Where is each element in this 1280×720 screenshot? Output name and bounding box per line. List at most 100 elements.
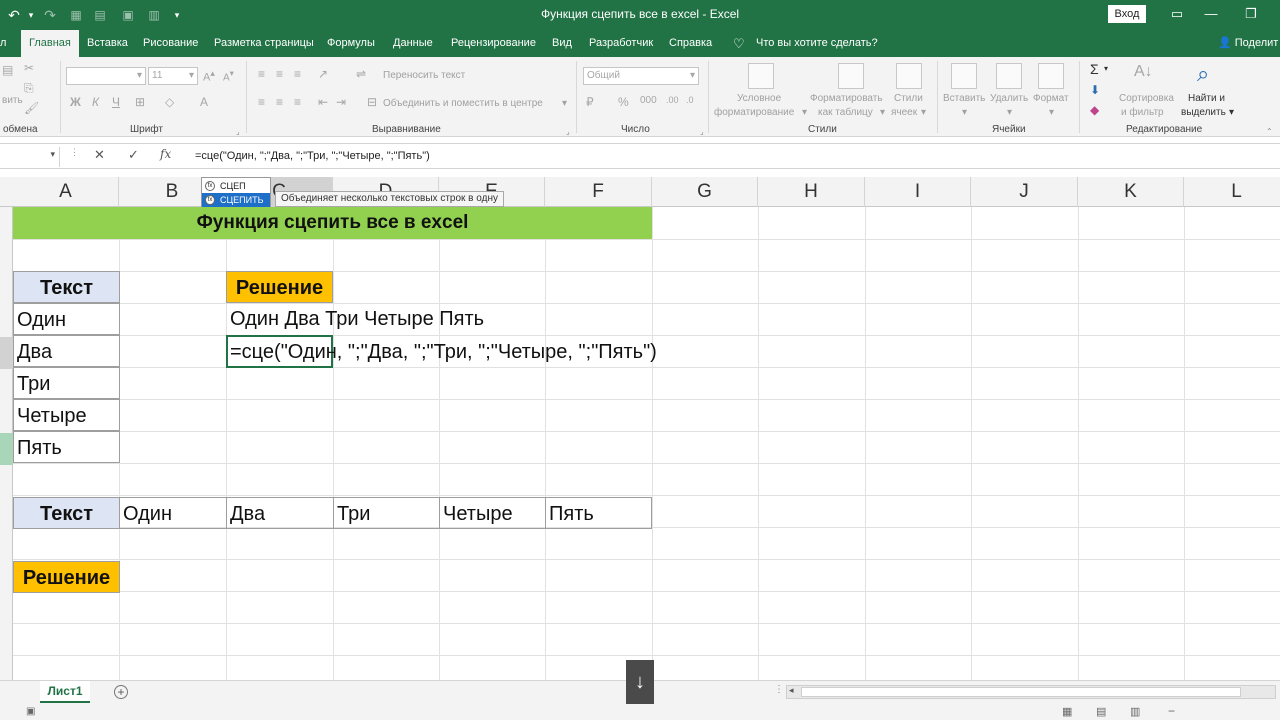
fill-icon[interactable]: ⬇ (1090, 83, 1100, 97)
delete-cells-icon[interactable] (996, 63, 1022, 89)
align-left-icon[interactable]: ≡ (258, 95, 265, 109)
row-item[interactable]: Четыре (439, 497, 546, 529)
font-name-select[interactable]: ▾ (66, 67, 146, 85)
autocomplete-item-selected[interactable]: fx СЦЕПИТЬ (202, 193, 270, 207)
merge-icon[interactable]: ⊟ (367, 95, 377, 109)
conditional-formatting-icon[interactable] (748, 63, 774, 89)
solution-label-2[interactable]: Решение (13, 561, 120, 593)
tab-data[interactable]: Данные (393, 30, 433, 57)
format-as-table-label-1[interactable]: Форматировать (810, 93, 883, 104)
maximize-icon[interactable]: ❐ (1236, 4, 1266, 24)
row-item[interactable]: Пять (545, 497, 652, 529)
tab-page-layout[interactable]: Разметка страницы (214, 30, 314, 57)
shrink-font-icon[interactable]: A▾ (223, 68, 234, 83)
share-button[interactable]: 👤 Поделит (1218, 30, 1278, 57)
editing-formula-cell[interactable]: =сце("Один, ";"Два, ";"Три, ";"Четыре, "… (230, 336, 657, 368)
bold-icon[interactable]: Ж (70, 95, 81, 109)
copy-icon[interactable]: ⎘ (24, 81, 34, 96)
scrollbar-thumb[interactable] (801, 687, 1241, 697)
tell-me-search[interactable]: Что вы хотите сделать? (756, 30, 878, 57)
font-size-select[interactable]: 11 ▾ (148, 67, 198, 85)
delete-cells-button[interactable]: Удалить (990, 93, 1028, 104)
font-color-icon[interactable]: A (200, 95, 208, 109)
align-middle-icon[interactable]: ≡ (276, 67, 283, 81)
tab-draw[interactable]: Рисование (143, 30, 198, 57)
fill-color-icon[interactable]: ◇ (165, 95, 174, 109)
sort-filter-label-1[interactable]: Сортировка (1119, 93, 1174, 104)
row-header-highlight[interactable] (0, 433, 13, 465)
ribbon-display-icon[interactable]: ▭ (1162, 4, 1192, 24)
format-cells-button[interactable]: Формат (1033, 93, 1069, 104)
solution-label[interactable]: Решение (226, 271, 333, 303)
font-launcher-icon[interactable]: ⌟ (236, 127, 240, 136)
format-cells-icon[interactable] (1038, 63, 1064, 89)
autosum-icon[interactable]: Σ (1090, 61, 1099, 77)
zoom-out-icon[interactable]: − (1168, 704, 1175, 718)
number-launcher-icon[interactable]: ⌟ (700, 127, 704, 136)
column-header-a[interactable]: A (13, 177, 119, 207)
list-item[interactable]: Четыре (13, 399, 120, 431)
decrease-indent-icon[interactable]: ⇤ (318, 95, 328, 109)
cut-icon[interactable]: ✂ (24, 61, 34, 75)
insert-cells-button[interactable]: Вставить (943, 93, 985, 104)
clear-icon[interactable]: ◆ (1090, 103, 1099, 117)
wrap-text-button[interactable]: Переносить текст (383, 70, 465, 81)
insert-cells-icon[interactable] (951, 63, 977, 89)
orientation-icon[interactable]: ↗ (318, 67, 328, 81)
sort-filter-label-2[interactable]: и фильтр (1121, 107, 1164, 118)
currency-icon[interactable]: ₽ (586, 95, 594, 109)
add-sheet-icon[interactable]: + (114, 685, 128, 699)
tab-review[interactable]: Рецензирование (451, 30, 536, 57)
cell-styles-label-2[interactable]: ячеек (891, 107, 917, 118)
cell-styles-icon[interactable] (896, 63, 922, 89)
horizontal-scrollbar[interactable]: ◂ (786, 685, 1276, 699)
align-center-icon[interactable]: ≡ (276, 95, 283, 109)
format-painter-icon[interactable]: 🖌 (24, 101, 39, 115)
list-item[interactable]: Два (13, 335, 120, 367)
tab-file[interactable]: л (0, 30, 8, 57)
percent-icon[interactable]: % (618, 95, 629, 109)
row-header-active[interactable] (0, 337, 13, 369)
formula-input[interactable]: =сце("Один, ";"Два, ";"Три, ";"Четыре, "… (195, 150, 430, 162)
grow-font-icon[interactable]: A▴ (203, 68, 215, 84)
cancel-icon[interactable]: ✕ (94, 147, 105, 163)
conditional-formatting-label-1[interactable]: Условное (737, 93, 781, 104)
merge-dropdown-icon[interactable]: ▾ (562, 98, 567, 109)
column-header-k[interactable]: K (1078, 177, 1184, 207)
name-box[interactable]: ▾ (0, 147, 60, 167)
column-header-h[interactable]: H (758, 177, 865, 207)
borders-dropdown-icon[interactable]: ⊞ (135, 95, 145, 109)
sheet-tab[interactable]: Лист1 (40, 681, 90, 703)
increase-decimal-icon[interactable]: .00 (666, 95, 679, 105)
merge-center-button[interactable]: Объединить и поместить в центре (383, 98, 543, 109)
search-icon[interactable]: ⌕ (1197, 61, 1209, 87)
macro-record-icon[interactable]: ▣ (26, 706, 35, 717)
comma-style-icon[interactable]: 000 (640, 95, 657, 106)
page-layout-view-icon[interactable]: ▤ (1096, 705, 1106, 718)
tab-view[interactable]: Вид (552, 30, 572, 57)
tab-help[interactable]: Справка (669, 30, 712, 57)
paste-icon[interactable]: ▤ (2, 63, 13, 77)
find-select-label-2[interactable]: выделить (1181, 107, 1226, 118)
tab-insert[interactable]: Вставка (87, 30, 128, 57)
normal-view-icon[interactable]: ▦ (1062, 705, 1072, 718)
conditional-formatting-label-2[interactable]: форматирование (714, 107, 794, 118)
italic-icon[interactable]: К (92, 95, 99, 109)
number-format-select[interactable]: Общий ▾ (583, 67, 699, 85)
minimize-icon[interactable]: — (1196, 4, 1226, 24)
column-header-i[interactable]: I (865, 177, 971, 207)
increase-indent-icon[interactable]: ⇥ (336, 95, 346, 109)
row-item[interactable]: Три (333, 497, 440, 529)
list-item[interactable]: Пять (13, 431, 120, 463)
autosum-dropdown-icon[interactable]: ▾ (1104, 64, 1108, 73)
collapse-ribbon-icon[interactable]: ⌃ (1266, 127, 1273, 136)
cell-styles-label-1[interactable]: Стили (894, 93, 923, 104)
align-bottom-icon[interactable]: ≡ (294, 67, 301, 81)
tab-home[interactable]: Главная (21, 30, 79, 57)
list-item[interactable]: Три (13, 367, 120, 399)
name-box-dropdown-icon[interactable]: ▾ (50, 149, 55, 160)
page-break-view-icon[interactable]: ▥ (1130, 705, 1140, 718)
banner-title[interactable]: Функция сцепить все в excel (13, 207, 652, 239)
column-header-g[interactable]: G (652, 177, 758, 207)
text-column-header[interactable]: Текст (13, 271, 120, 303)
